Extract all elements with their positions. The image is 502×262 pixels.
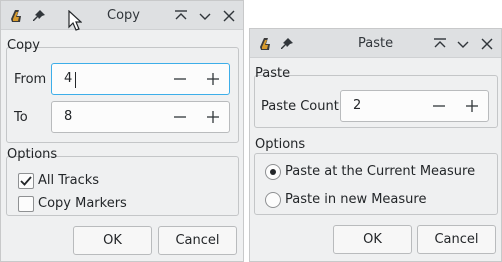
options-group-label: Options [7,147,58,162]
paste-current-measure-radio[interactable] [265,164,281,180]
keep-above-icon[interactable] [173,8,189,24]
ok-button[interactable]: OK [333,225,412,254]
copy-markers-checkbox[interactable] [18,196,34,212]
plus-icon[interactable] [205,71,221,87]
paste-new-measure-radio[interactable] [265,192,281,208]
paste-title: Paste [358,36,394,51]
minus-icon[interactable] [431,98,447,114]
all-tracks-label[interactable]: All Tracks [38,173,99,188]
paste-options-group-label: Options [255,137,306,152]
ok-button[interactable]: OK [73,226,152,255]
all-tracks-checkbox[interactable] [18,173,34,189]
copy-markers-label[interactable]: Copy Markers [38,196,127,211]
keep-above-icon[interactable] [432,36,448,52]
cancel-button[interactable]: Cancel [158,226,237,255]
copy-group-label: Copy [7,38,40,53]
minus-icon[interactable] [172,109,188,125]
paste-dialog: Paste Paste Paste Count 2 Options Paste … [249,28,502,262]
pin-icon[interactable] [31,8,47,28]
close-icon[interactable] [221,8,237,24]
minimize-icon[interactable] [197,8,213,24]
copy-title: Copy [107,8,140,23]
paste-titlebar[interactable]: Paste [250,29,501,58]
to-spinbox[interactable]: 8 [51,101,230,133]
minus-icon[interactable] [172,71,188,87]
app-icon[interactable] [256,35,274,57]
from-label: From [14,72,47,87]
radio-selected-dot [270,169,276,175]
to-value[interactable]: 8 [64,109,72,124]
paste-count-value[interactable]: 2 [353,98,361,113]
copy-dialog: Copy Copy From 4 To 8 Options All Tracks… [0,0,244,262]
pin-icon[interactable] [279,36,295,56]
paste-new-measure-label[interactable]: Paste in new Measure [285,192,426,207]
plus-icon[interactable] [464,98,480,114]
check-icon [20,176,32,186]
text-caret [75,72,76,88]
paste-current-measure-label[interactable]: Paste at the Current Measure [285,164,475,179]
paste-count-spinbox[interactable]: 2 [340,90,489,122]
from-spinbox[interactable]: 4 [51,63,230,95]
from-value[interactable]: 4 [64,71,72,86]
copy-titlebar[interactable]: Copy [1,1,243,30]
paste-count-label: Paste Count [261,99,339,114]
app-icon[interactable] [7,7,25,29]
plus-icon[interactable] [205,109,221,125]
mouse-cursor-icon [68,9,83,36]
minimize-icon[interactable] [455,36,471,52]
paste-group-label: Paste [255,66,291,81]
to-label: To [14,110,28,125]
cancel-button[interactable]: Cancel [417,225,496,254]
close-icon[interactable] [479,36,495,52]
